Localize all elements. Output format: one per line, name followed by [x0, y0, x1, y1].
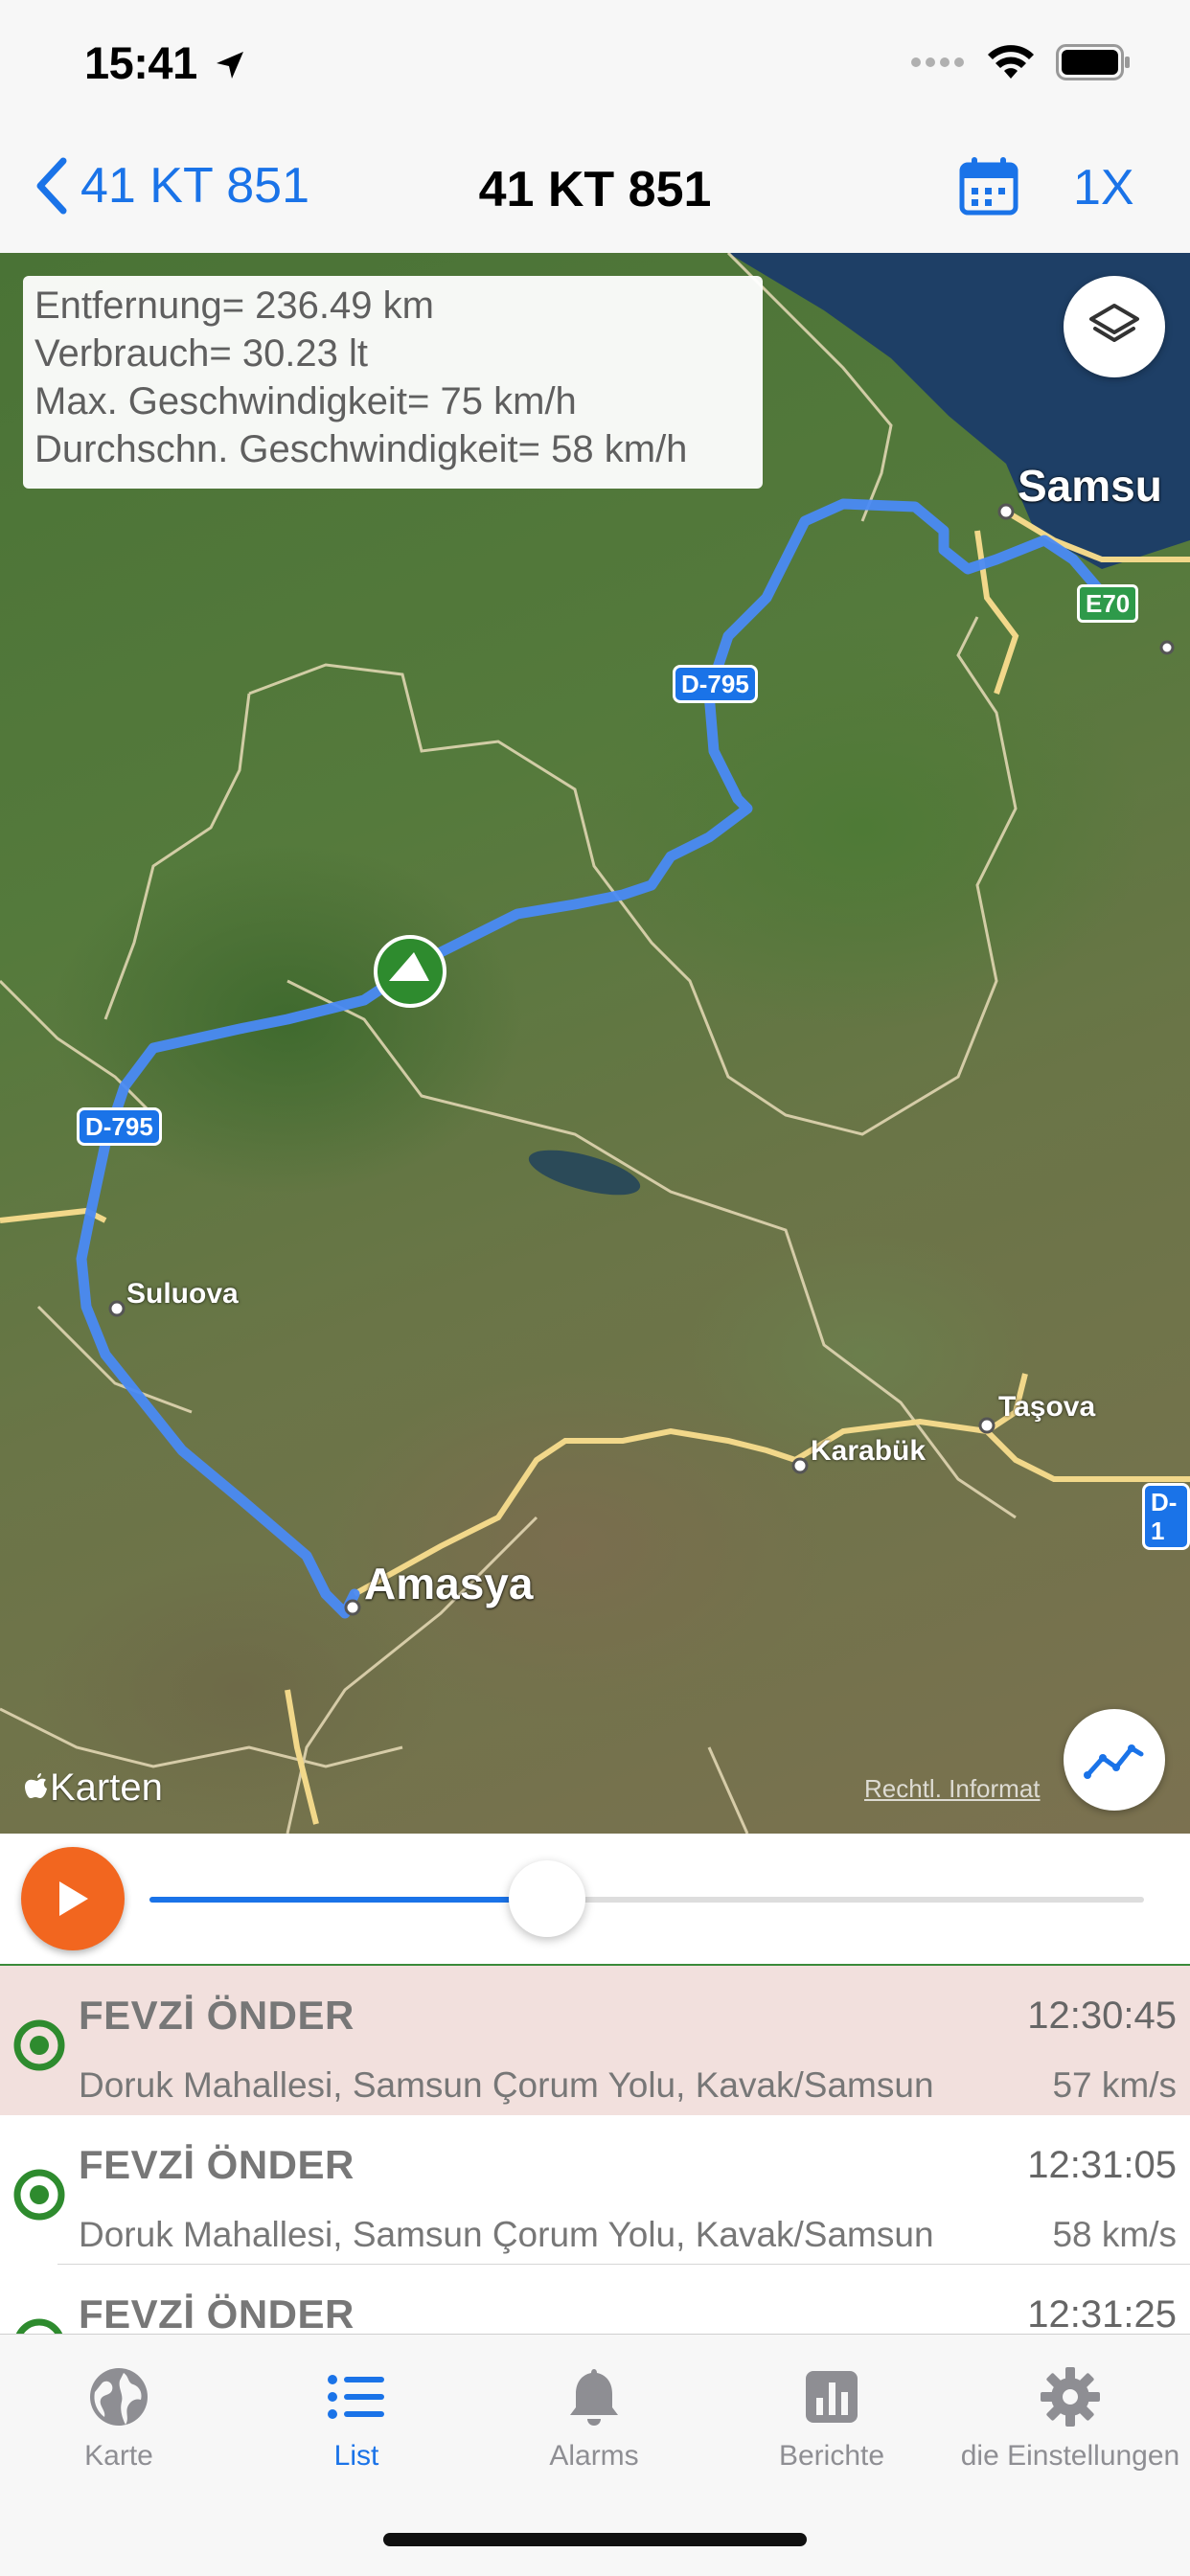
karabuk-dot [791, 1457, 809, 1474]
tab-einstellungen[interactable]: die Einstellungen [950, 2363, 1190, 2473]
amasya-dot [344, 1599, 361, 1616]
playback-bar [0, 1834, 1190, 1966]
playback-slider-thumb[interactable] [509, 1860, 586, 1937]
legal-info-link[interactable]: Rechtl. Informat [864, 1774, 1041, 1804]
status-bar: 15:41 [0, 0, 1190, 126]
tab-berichte[interactable]: Berichte [713, 2363, 950, 2473]
road-shield-d1: D-1 [1142, 1483, 1190, 1550]
route-line [76, 498, 1108, 1619]
position-speed: 58 km/s [1052, 2215, 1177, 2254]
stats-max-speed: Max. Geschwindigkeit= 75 km/h [34, 380, 577, 422]
list-item[interactable]: FEVZİ ÖNDER 12:31:05 Doruk Mahallesi, Sa… [0, 2115, 1190, 2265]
stats-avg-speed: Durchschn. Geschwindigkeit= 58 km/h [34, 428, 688, 470]
tab-label: Karte [84, 2440, 153, 2472]
position-time: 12:31:25 [1027, 2293, 1177, 2334]
tab-alarms[interactable]: Alarms [475, 2363, 713, 2473]
city-label-samsun: Samsu [1018, 461, 1162, 511]
maps-attribution: Karten [25, 1767, 163, 1810]
location-arrow-icon [217, 52, 243, 79]
tab-label: die Einstellungen [960, 2440, 1180, 2472]
driver-name: FEVZİ ÖNDER [79, 2142, 355, 2187]
playback-slider[interactable] [149, 1897, 1144, 1903]
tab-list[interactable]: List [238, 2363, 475, 2473]
calendar-button[interactable] [958, 155, 1019, 217]
list-item[interactable]: FEVZİ ÖNDER 12:30:45 Doruk Mahallesi, Sa… [0, 1966, 1190, 2115]
list-icon [328, 2375, 384, 2419]
position-time: 12:30:45 [1027, 1995, 1177, 2037]
town-label-karabuk: Karabük [811, 1435, 927, 1467]
stats-consumption: Verbrauch= 30.23 lt [34, 332, 369, 375]
line-chart-icon [1084, 1744, 1144, 1779]
position-address: Doruk Mahallesi, Samsun Çorum Yolu, Kava… [79, 2065, 934, 2105]
tasova-dot [978, 1417, 995, 1434]
position-address: Doruk Mahallesi, Samsun Çorum Yolu, Kava… [79, 2215, 934, 2254]
apple-logo-icon [25, 1773, 47, 1798]
back-button[interactable]: 41 KT 851 [33, 155, 309, 217]
list-item[interactable]: FEVZİ ÖNDER 12:31:25 [0, 2265, 1190, 2334]
wifi-icon [988, 45, 1034, 79]
samsun-dot [997, 503, 1015, 520]
bar-chart-icon [806, 2371, 858, 2423]
chevron-left-icon [36, 157, 67, 215]
layers-icon [1089, 304, 1139, 342]
tab-label: Berichte [778, 2440, 885, 2472]
trip-stats-panel: Entfernung= 236.49 km Verbrauch= 30.23 l… [23, 276, 763, 489]
globe-icon [90, 2368, 148, 2426]
vehicle-marker-icon[interactable] [374, 935, 446, 1008]
town-label-suluova: Suluova [126, 1278, 239, 1310]
back-label: 41 KT 851 [80, 158, 310, 214]
suluova-dot [108, 1300, 126, 1317]
home-indicator [383, 2533, 807, 2546]
city-label-amasya: Amasya [364, 1559, 534, 1608]
status-ring-icon [15, 2318, 63, 2334]
cellular-signal-icon [911, 57, 964, 67]
driver-name: FEVZİ ÖNDER [79, 2291, 355, 2334]
road-shield-d795-west: D-795 [77, 1107, 162, 1146]
status-ring-icon [13, 2019, 65, 2071]
tab-karte[interactable]: Karte [0, 2363, 238, 2473]
status-time: 15:41 [84, 37, 197, 88]
map-canvas [0, 253, 1190, 1834]
gear-icon [1041, 2367, 1100, 2427]
play-button[interactable] [21, 1847, 125, 1950]
status-indicators [910, 44, 1131, 80]
position-time: 12:31:05 [1027, 2144, 1177, 2186]
maps-attribution-label: Karten [50, 1767, 163, 1809]
road-shield-d795-north: D-795 [673, 665, 758, 703]
lake [528, 1150, 641, 1196]
map-view[interactable]: Entfernung= 236.49 km Verbrauch= 30.23 l… [0, 253, 1190, 1834]
play-icon [59, 1881, 88, 1916]
road-shield-e70: E70 [1077, 584, 1139, 623]
calendar-icon [959, 157, 1018, 216]
town-label-tasova: Taşova [998, 1391, 1096, 1423]
stats-distance: Entfernung= 236.49 km [34, 285, 434, 327]
east-town-dot [1159, 640, 1175, 655]
status-ring-icon [13, 2169, 65, 2221]
tab-label: Alarms [549, 2440, 639, 2472]
position-list[interactable]: FEVZİ ÖNDER 12:30:45 Doruk Mahallesi, Sa… [0, 1966, 1190, 2334]
map-layers-button[interactable] [1064, 276, 1165, 377]
driver-name: FEVZİ ÖNDER [79, 1993, 355, 2038]
playback-slider-fill [149, 1897, 548, 1903]
navigation-bar: 41 KT 851 41 KT 851 1X [0, 126, 1190, 254]
battery-icon [1056, 44, 1130, 80]
playback-speed-button[interactable]: 1X [1073, 159, 1134, 217]
tab-label: List [333, 2440, 379, 2472]
bell-icon [570, 2369, 618, 2426]
position-speed: 57 km/s [1052, 2065, 1177, 2105]
chart-toggle-button[interactable] [1064, 1709, 1165, 1811]
